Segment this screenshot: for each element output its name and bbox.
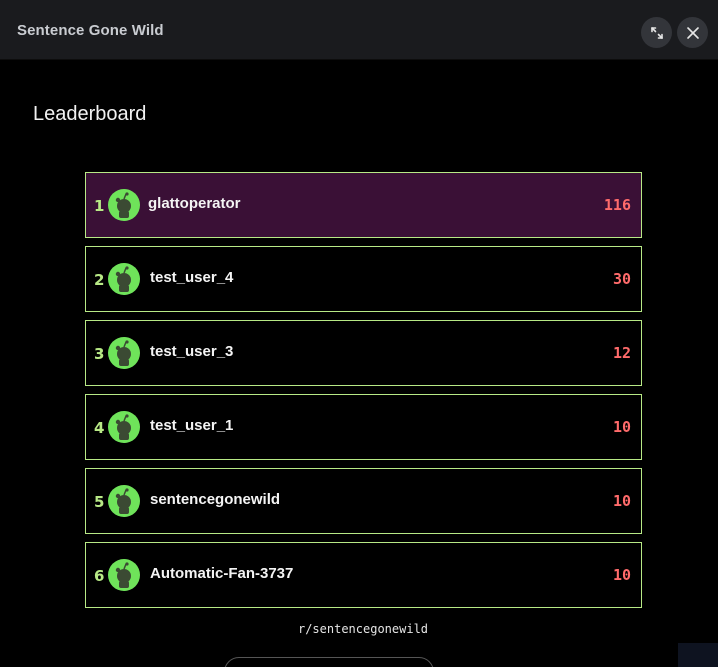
- expand-button[interactable]: [641, 17, 672, 48]
- score: 30: [612, 270, 631, 288]
- score: 116: [603, 196, 631, 214]
- bottom-action-button[interactable]: [224, 657, 434, 667]
- leaderboard-row: 3 test_user_3 12: [85, 320, 642, 386]
- window-title: Sentence Gone Wild: [17, 22, 164, 39]
- subreddit-link[interactable]: r/sentencegonewild: [0, 622, 718, 636]
- close-button[interactable]: [677, 17, 708, 48]
- username: sentencegonewild: [150, 491, 281, 508]
- leaderboard-row: 5 sentencegonewild 10: [85, 468, 642, 534]
- expand-arrows-icon: [650, 26, 663, 39]
- rank-number: 2: [94, 271, 105, 289]
- snoo-avatar-icon: [108, 337, 140, 369]
- rank-number: 3: [94, 345, 105, 363]
- score: 10: [612, 492, 631, 510]
- title-bar: Sentence Gone Wild: [0, 0, 718, 60]
- leaderboard-heading: Leaderboard: [33, 103, 147, 125]
- leaderboard-row: 6 Automatic-Fan-3737 10: [85, 542, 642, 608]
- leaderboard-list: 1 glattoperator 116 2 test_user_4 30 3 t…: [85, 172, 642, 616]
- score: 10: [612, 566, 631, 584]
- close-x-icon: [686, 26, 699, 39]
- snoo-avatar-icon: [108, 263, 140, 295]
- snoo-avatar-icon: [108, 485, 140, 517]
- corner-panel: [678, 643, 718, 667]
- leaderboard-row: 4 test_user_1 10: [85, 394, 642, 460]
- username: Automatic-Fan-3737: [150, 565, 294, 582]
- snoo-avatar-icon: [108, 411, 140, 443]
- username: test_user_4: [150, 269, 234, 286]
- username: test_user_1: [150, 417, 234, 434]
- username: test_user_3: [150, 343, 234, 360]
- rank-number: 1: [94, 197, 105, 215]
- snoo-avatar-icon: [108, 189, 140, 221]
- leaderboard-row: 1 glattoperator 116: [85, 172, 642, 238]
- app-window: Sentence Gone Wild Leaderboard 1 glattop…: [0, 0, 718, 667]
- username: glattoperator: [148, 195, 241, 212]
- rank-number: 6: [94, 567, 105, 585]
- rank-number: 5: [94, 493, 105, 511]
- rank-number: 4: [94, 419, 105, 437]
- snoo-avatar-icon: [108, 559, 140, 591]
- leaderboard-row: 2 test_user_4 30: [85, 246, 642, 312]
- score: 10: [612, 418, 631, 436]
- score: 12: [612, 344, 631, 362]
